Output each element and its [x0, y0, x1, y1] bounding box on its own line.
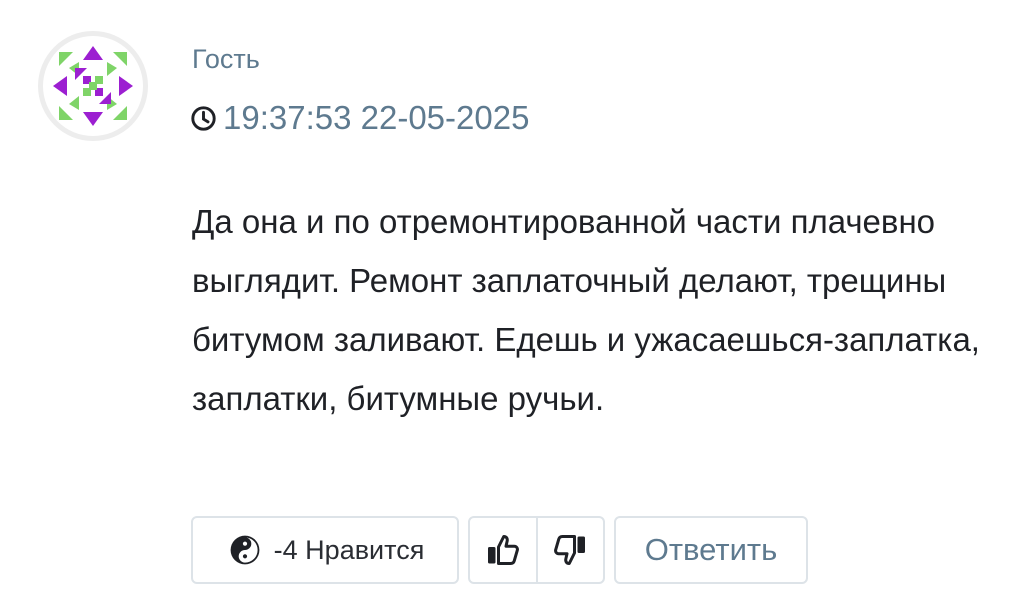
timestamp-text: 19:37:53 22-05-2025	[223, 99, 530, 136]
like-button[interactable]	[470, 518, 536, 582]
clock-icon	[191, 105, 216, 131]
rating-label: -4 Нравится	[273, 534, 425, 565]
comment-actions: -4 Нравится Ответить	[191, 516, 808, 584]
yin-yang-icon	[230, 535, 260, 565]
reply-button[interactable]: Ответить	[614, 516, 808, 584]
avatar[interactable]	[38, 31, 148, 141]
vote-group	[468, 516, 605, 584]
avatar-identicon	[43, 36, 143, 136]
author-name[interactable]: Гость	[192, 44, 260, 75]
comment-timestamp: 19:37:53 22-05-2025	[190, 99, 529, 137]
thumbs-down-icon	[554, 535, 586, 565]
thumbs-up-icon	[487, 535, 519, 565]
comment-text: Да она и по отремонтированной части плач…	[192, 203, 980, 417]
rating-button[interactable]: -4 Нравится	[191, 516, 459, 584]
dislike-button[interactable]	[538, 518, 604, 582]
reply-label: Ответить	[644, 532, 778, 567]
